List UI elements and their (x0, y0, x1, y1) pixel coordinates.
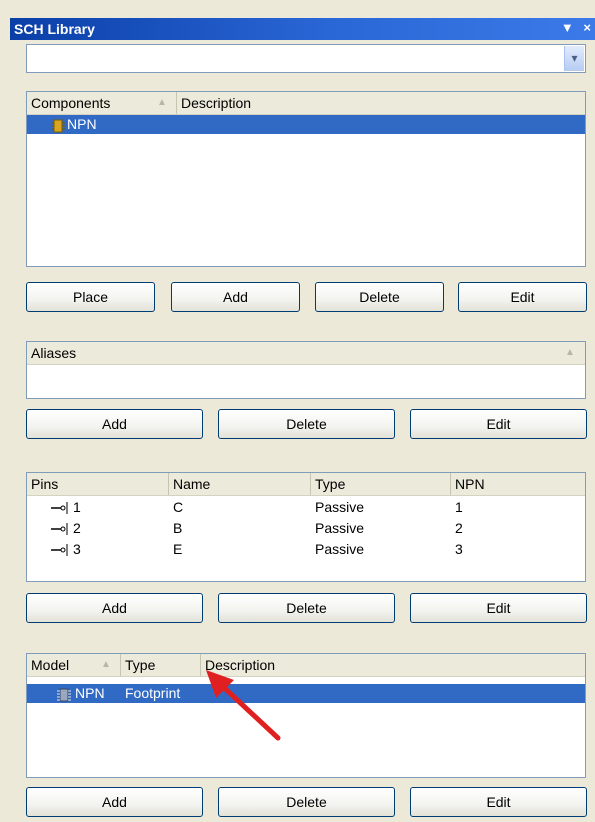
sort-icon: ▲ (565, 347, 575, 358)
footprint-icon (57, 686, 71, 705)
pin-type: Passive (315, 499, 365, 515)
sort-icon: ▲ (101, 659, 111, 670)
library-filter-dropdown[interactable]: ▾ (26, 44, 586, 73)
model-name: NPN (75, 685, 105, 701)
pin-number: 1 (73, 499, 81, 515)
panel-title: SCH Library (14, 21, 95, 37)
pins-list[interactable]: Pins Name Type NPN 1 C Passive 1 2 B Pas… (26, 472, 586, 582)
edit-alias-button[interactable]: Edit (410, 409, 587, 439)
column-header-type[interactable]: Type (311, 473, 451, 495)
pins-header: Pins Name Type NPN (27, 473, 585, 496)
components-header: Components ▲ Description (27, 92, 585, 115)
pin-row[interactable]: 3 E Passive 3 (27, 540, 585, 559)
pin-row[interactable]: 2 B Passive 2 (27, 519, 585, 538)
model-type: Footprint (125, 685, 181, 701)
column-header-description[interactable]: Description (177, 92, 585, 114)
models-header: Model ▲ Type Description (27, 654, 585, 677)
component-name: NPN (67, 116, 97, 132)
components-list[interactable]: Components ▲ Description NPN (26, 91, 586, 267)
dropdown-arrow-icon[interactable]: ▾ (564, 46, 584, 71)
column-header-pins[interactable]: Pins (27, 473, 169, 495)
column-header-components[interactable]: Components ▲ (27, 92, 177, 114)
component-icon (51, 117, 65, 136)
panel-close-icon[interactable]: × (583, 20, 591, 35)
column-header-name[interactable]: Name (169, 473, 311, 495)
pin-name: C (173, 499, 184, 515)
pin-name: E (173, 541, 183, 557)
panel-menu-icon[interactable]: ▼ (561, 20, 574, 35)
pin-npn: 1 (455, 499, 463, 515)
title-controls: ▼ × (555, 20, 591, 35)
annotation-arrow-icon (206, 670, 281, 741)
column-header-npn[interactable]: NPN (451, 473, 585, 495)
add-model-button[interactable]: Add (26, 787, 203, 817)
add-component-button[interactable]: Add (171, 282, 300, 312)
pin-number: 2 (73, 520, 81, 536)
pin-number: 3 (73, 541, 81, 557)
panel-titlebar[interactable]: SCH Library ▼ × (10, 18, 595, 40)
edit-model-button[interactable]: Edit (410, 787, 587, 817)
column-header-aliases[interactable]: Aliases ▲ (27, 342, 585, 364)
pin-npn: 2 (455, 520, 463, 536)
pin-name: B (173, 520, 183, 536)
models-list[interactable]: Model ▲ Type Description NPN Footprint (26, 653, 586, 778)
aliases-header[interactable]: Aliases ▲ (27, 342, 585, 365)
sch-library-panel: SCH Library ▼ × ▾ Components ▲ Descripti… (0, 0, 595, 822)
add-pin-button[interactable]: Add (26, 593, 203, 623)
place-button[interactable]: Place (26, 282, 155, 312)
aliases-list[interactable]: Aliases ▲ (26, 341, 586, 399)
pin-row[interactable]: 1 C Passive 1 (27, 498, 585, 517)
delete-alias-button[interactable]: Delete (218, 409, 395, 439)
column-header-model[interactable]: Model ▲ (27, 654, 121, 676)
component-row[interactable]: NPN (27, 115, 585, 134)
pin-type: Passive (315, 520, 365, 536)
model-row[interactable]: NPN Footprint (27, 684, 585, 703)
sort-icon: ▲ (157, 97, 167, 108)
edit-pin-button[interactable]: Edit (410, 593, 587, 623)
add-alias-button[interactable]: Add (26, 409, 203, 439)
pin-type: Passive (315, 541, 365, 557)
delete-model-button[interactable]: Delete (218, 787, 395, 817)
delete-pin-button[interactable]: Delete (218, 593, 395, 623)
pin-icon (49, 540, 71, 564)
pin-npn: 3 (455, 541, 463, 557)
column-header-type[interactable]: Type (121, 654, 201, 676)
edit-component-button[interactable]: Edit (458, 282, 587, 312)
delete-component-button[interactable]: Delete (315, 282, 444, 312)
